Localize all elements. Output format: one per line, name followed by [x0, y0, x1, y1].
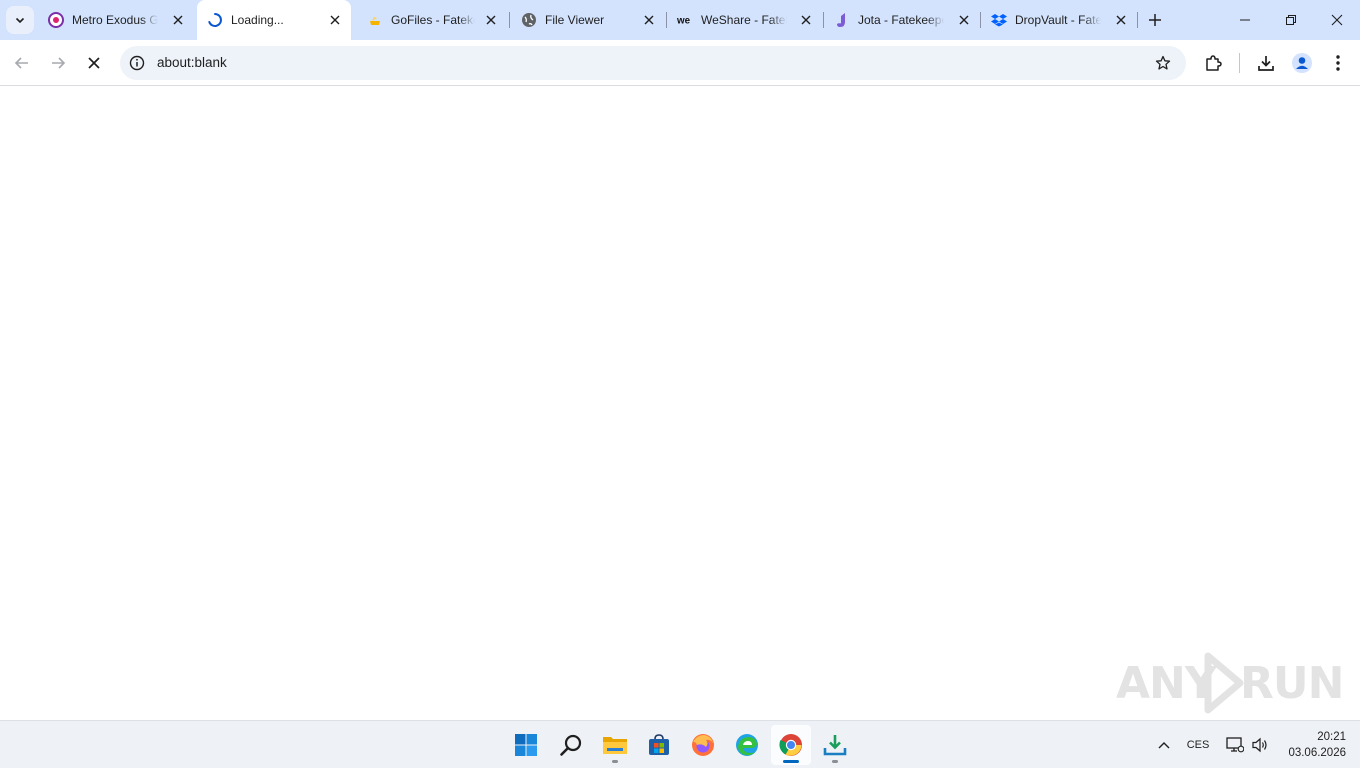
svg-text:we: we — [677, 16, 691, 26]
chrome-icon — [779, 734, 802, 756]
tab-separator — [1137, 12, 1138, 28]
tab-strip: Metro Exodus Gold Edition Loading... GoF… — [0, 0, 1360, 40]
extensions-button[interactable] — [1201, 51, 1225, 75]
browser-toolbar: about:blank — [0, 40, 1360, 86]
restore-icon — [1286, 15, 1296, 25]
edge-icon — [736, 734, 758, 756]
running-indicator — [612, 760, 618, 763]
installer-download-icon — [823, 735, 847, 756]
anyrun-watermark: ANY RUN — [1116, 652, 1344, 722]
watermark-text-left: ANY — [1116, 658, 1217, 709]
taskbar-store[interactable] — [639, 725, 679, 765]
tab-dropvault[interactable]: DropVault - Fatekeeper — [981, 0, 1137, 40]
page-content — [0, 87, 1360, 720]
tab-title: GoFiles - Fatekeeper — [391, 13, 475, 27]
tab-title: DropVault - Fatekeeper — [1015, 13, 1101, 27]
new-tab-button[interactable] — [1145, 10, 1165, 30]
weshare-icon: we — [677, 12, 693, 28]
plus-icon — [1149, 14, 1161, 26]
taskbar-chrome[interactable] — [771, 725, 811, 765]
chevron-down-icon — [15, 17, 25, 24]
address-bar-url[interactable]: about:blank — [157, 55, 227, 71]
close-icon[interactable] — [327, 12, 343, 28]
watermark-text-right: RUN — [1240, 658, 1344, 709]
tab-title: WeShare - Fatekeeper — [701, 13, 787, 27]
start-button[interactable] — [506, 725, 546, 765]
network-status[interactable] — [1224, 721, 1246, 768]
more-vertical-icon — [1336, 55, 1340, 71]
tab-loading[interactable]: Loading... — [197, 0, 351, 40]
minimize-button[interactable] — [1222, 0, 1268, 40]
bookmark-star-icon[interactable] — [1154, 54, 1172, 72]
tab-search-button[interactable] — [6, 6, 34, 34]
input-language-indicator[interactable]: CES — [1182, 721, 1214, 768]
close-icon[interactable] — [641, 12, 657, 28]
tab-title: Metro Exodus Gold Edition — [72, 13, 158, 27]
language-label: CES — [1186, 739, 1210, 751]
close-icon[interactable] — [483, 12, 499, 28]
system-clock[interactable]: 20:21 03.06.2026 — [1276, 729, 1346, 761]
clock-date: 03.06.2026 — [1288, 747, 1346, 759]
arrow-right-icon — [52, 57, 66, 69]
profile-button[interactable] — [1290, 51, 1314, 75]
downloads-button[interactable] — [1254, 51, 1278, 75]
close-icon — [1331, 14, 1343, 26]
search-icon — [560, 734, 582, 756]
taskbar-edge[interactable] — [727, 725, 767, 765]
network-icon — [1226, 737, 1244, 753]
windows-taskbar: CES 20:21 03.06.2026 — [0, 720, 1360, 768]
close-icon[interactable] — [1113, 12, 1129, 28]
tab-separator — [509, 12, 510, 28]
taskbar-installer[interactable] — [815, 725, 855, 765]
tab-jota[interactable]: Jota - Fatekeeper — [824, 0, 980, 40]
minimize-icon — [1240, 19, 1250, 21]
tab-gofiles[interactable]: GoFiles - Fatekeeper — [357, 0, 507, 40]
running-indicator — [832, 760, 838, 763]
forward-button[interactable] — [43, 48, 73, 78]
screen: Metro Exodus Gold Edition Loading... GoF… — [0, 0, 1360, 768]
restore-button[interactable] — [1268, 0, 1314, 40]
puzzle-icon — [1206, 55, 1222, 71]
dropbox-icon — [991, 12, 1007, 28]
stop-loading-button[interactable] — [79, 48, 109, 78]
close-icon[interactable] — [798, 12, 814, 28]
close-window-button[interactable] — [1314, 0, 1360, 40]
jota-icon — [834, 12, 850, 28]
close-icon[interactable] — [956, 12, 972, 28]
play-logo-icon — [1204, 652, 1244, 714]
tab-file-viewer[interactable]: File Viewer — [511, 0, 665, 40]
download-icon — [1258, 56, 1274, 71]
clock-time: 20:21 — [1317, 731, 1346, 743]
tab-metro-exodus[interactable]: Metro Exodus Gold Edition — [38, 0, 194, 40]
firefox-icon — [692, 734, 714, 756]
close-icon[interactable] — [170, 12, 186, 28]
chrome-menu-button[interactable] — [1326, 51, 1350, 75]
gofiles-icon — [367, 12, 383, 28]
tab-weshare[interactable]: we WeShare - Fatekeeper — [667, 0, 822, 40]
volume-status[interactable] — [1249, 721, 1271, 768]
tab-title: Jota - Fatekeeper — [858, 13, 944, 27]
tab-title: Loading... — [231, 13, 284, 27]
arrow-left-icon — [14, 57, 28, 69]
chevron-up-icon — [1158, 742, 1170, 749]
taskbar-search-button[interactable] — [551, 725, 591, 765]
file-explorer-icon — [603, 737, 627, 754]
address-bar[interactable]: about:blank — [120, 46, 1186, 80]
loading-spinner-icon — [207, 12, 223, 28]
taskbar-firefox[interactable] — [683, 725, 723, 765]
avatar-icon — [1292, 53, 1312, 73]
taskbar-file-explorer[interactable] — [595, 725, 635, 765]
info-icon[interactable] — [128, 54, 146, 72]
toolbar-separator — [1239, 53, 1240, 73]
show-hidden-icons-button[interactable] — [1152, 721, 1176, 768]
start-icon — [515, 734, 537, 756]
globe-icon — [521, 12, 537, 28]
active-indicator — [783, 760, 799, 763]
close-icon — [88, 57, 100, 69]
tab-title: File Viewer — [545, 13, 605, 27]
store-icon — [649, 734, 669, 755]
back-button[interactable] — [7, 48, 37, 78]
metro-exodus-icon — [48, 12, 64, 28]
speaker-icon — [1252, 737, 1267, 753]
